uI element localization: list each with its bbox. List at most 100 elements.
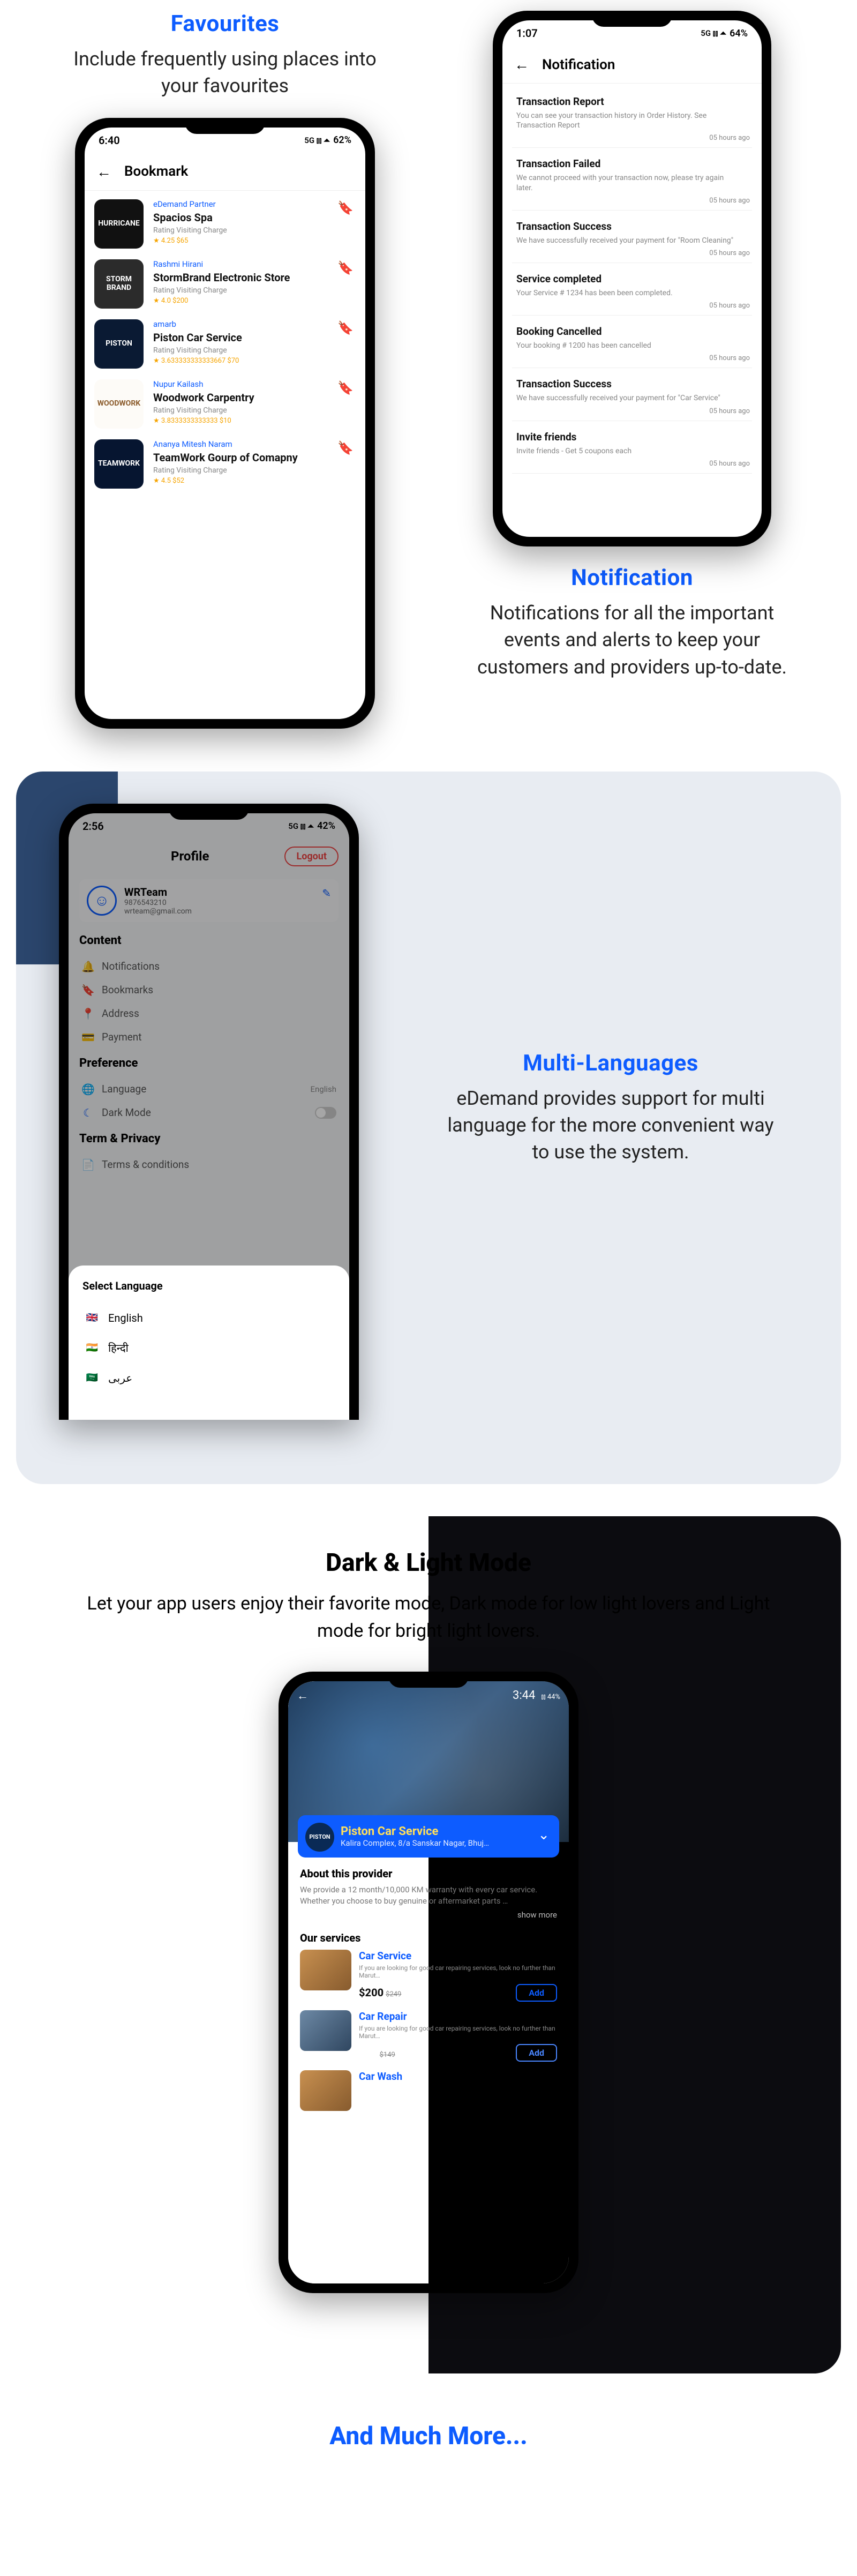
lang-label: English bbox=[108, 1312, 143, 1324]
notif-desc: Invite friends - Get 5 coupons each bbox=[516, 446, 741, 456]
bookmark-icon[interactable]: 🔖 bbox=[337, 320, 354, 335]
darklight-title: Dark & Light Mode bbox=[326, 1548, 531, 1577]
notif-title: Invite friends bbox=[516, 431, 748, 443]
provider-sub: Rating Visiting Charge bbox=[153, 406, 254, 415]
notif-time: 05 hours ago bbox=[709, 302, 750, 310]
provider-logo: TEAMWORK bbox=[94, 439, 144, 489]
provider-card[interactable]: PISTON Piston Car Service Kalira Complex… bbox=[298, 1815, 559, 1858]
add-button[interactable]: Add bbox=[516, 1984, 557, 2002]
provider-name: TeamWork Gourp of Comapny bbox=[153, 451, 298, 464]
provider-sub: Rating Visiting Charge bbox=[153, 346, 242, 355]
multilang-desc: eDemand provides support for multi langu… bbox=[439, 1085, 782, 1166]
about-text: We provide a 12 month/10,000 KM warranty… bbox=[300, 1884, 557, 1907]
provider-avatar: PISTON bbox=[305, 1823, 334, 1852]
notification-title: Notification bbox=[571, 565, 693, 591]
notif-time: 05 hours ago bbox=[709, 354, 750, 362]
bookmark-icon[interactable]: 🔖 bbox=[337, 260, 354, 275]
dark-light-section: Dark & Light Mode Let your app users enj… bbox=[16, 1516, 841, 2373]
bookmark-item[interactable]: PISTON amarb Piston Car Service Rating V… bbox=[94, 319, 356, 369]
bookmark-item[interactable]: HURRICANE eDemand Partner Spacios Spa Ra… bbox=[94, 199, 356, 249]
partner-label: Nupur Kailash bbox=[153, 379, 254, 389]
flag-icon: 🇬🇧 bbox=[85, 1311, 100, 1326]
service-image bbox=[300, 1950, 351, 1990]
status-batt: 64% bbox=[730, 28, 748, 39]
back-icon[interactable]: ← bbox=[297, 1689, 309, 1703]
bookmark-icon[interactable]: 🔖 bbox=[337, 200, 354, 215]
bookmark-item[interactable]: WOODWORK Nupur Kailash Woodwork Carpentr… bbox=[94, 379, 356, 429]
service-image bbox=[300, 2070, 351, 2111]
rating-charge: ★ 4.5 $52 bbox=[153, 477, 298, 485]
notif-desc: We have successfully received your payme… bbox=[516, 393, 741, 403]
service-name: Car Service bbox=[359, 1950, 557, 1962]
bookmark-icon[interactable]: 🔖 bbox=[337, 440, 354, 455]
phone-bookmark: 6:40 5G ⫾⫾ ⏶ 62% ← Bookmark HURRICANE eD… bbox=[75, 118, 375, 729]
notif-title: Transaction Success bbox=[516, 378, 748, 390]
notif-desc: We have successfully received your payme… bbox=[516, 236, 741, 245]
service-item[interactable]: Car Wash bbox=[300, 2070, 557, 2111]
darklight-desc: Let your app users enjoy their favorite … bbox=[80, 1590, 777, 1645]
language-option[interactable]: 🇮🇳 हिन्दी bbox=[82, 1333, 335, 1363]
flag-icon: 🇸🇦 bbox=[85, 1371, 100, 1386]
provider-name: Piston Car Service bbox=[153, 331, 242, 344]
provider-logo: PISTON bbox=[94, 319, 144, 369]
status-time: 6:40 bbox=[99, 134, 120, 147]
multilang-title: Multi-Languages bbox=[523, 1050, 698, 1076]
notif-desc: You can see your transaction history in … bbox=[516, 111, 741, 130]
notification-item[interactable]: Transaction Report You can see your tran… bbox=[512, 86, 752, 148]
notification-item[interactable]: Booking Cancelled Your booking # 1200 ha… bbox=[512, 316, 752, 368]
partner-label: amarb bbox=[153, 319, 242, 329]
notification-item[interactable]: Transaction Failed We cannot proceed wit… bbox=[512, 148, 752, 210]
notification-item[interactable]: Invite friends Invite friends - Get 5 co… bbox=[512, 421, 752, 474]
favourites-desc: Include frequently using places into you… bbox=[54, 46, 396, 100]
partner-label: Ananya Mitesh Naram bbox=[153, 439, 298, 449]
lang-label: हिन्दी bbox=[108, 1341, 129, 1355]
rating-charge: ★ 3.633333333333667 $70 bbox=[153, 357, 242, 365]
status-time: 1:07 bbox=[516, 27, 538, 40]
notif-title: Service completed bbox=[516, 273, 748, 285]
language-option[interactable]: 🇸🇦عربى bbox=[82, 1363, 335, 1393]
provider-sub: Rating Visiting Charge bbox=[153, 226, 227, 235]
notif-time: 05 hours ago bbox=[709, 249, 750, 257]
service-name: Car Repair bbox=[359, 2010, 557, 2023]
provider-address: Kalira Complex, 8/a Sanskar Nagar, Bhuj… bbox=[341, 1838, 550, 1848]
language-option[interactable]: 🇬🇧 English bbox=[82, 1303, 335, 1333]
service-item[interactable]: Car Service If you are looking for good … bbox=[300, 1950, 557, 2002]
bookmark-icon[interactable]: 🔖 bbox=[337, 380, 354, 395]
notification-item[interactable]: Transaction Success We have successfully… bbox=[512, 211, 752, 263]
back-icon[interactable]: ← bbox=[96, 163, 111, 181]
flag-icon: 🇮🇳 bbox=[85, 1341, 100, 1356]
bookmark-item[interactable]: STORM BRAND Rashmi Hirani StormBrand Ele… bbox=[94, 259, 356, 309]
add-button[interactable]: Add bbox=[516, 2044, 557, 2062]
language-sheet: Select Language 🇬🇧English🇮🇳हिन्दी🇸🇦عربى bbox=[69, 1265, 349, 1420]
provider-logo: WOODWORK bbox=[94, 379, 144, 429]
provider-name: StormBrand Electronic Store bbox=[153, 271, 290, 284]
provider-name: Piston Car Service bbox=[341, 1825, 550, 1838]
provider-logo: STORM BRAND bbox=[94, 259, 144, 309]
show-more-button[interactable]: show more bbox=[300, 1910, 557, 1920]
phone-notifications: 1:07 5G ⫾⫾ ⏶ 64% ← Notification Transact… bbox=[493, 11, 771, 546]
back-icon[interactable]: ← bbox=[514, 56, 529, 73]
notification-item[interactable]: Transaction Success We have successfully… bbox=[512, 368, 752, 421]
notif-time: 05 hours ago bbox=[709, 460, 750, 468]
notif-title: Booking Cancelled bbox=[516, 325, 748, 338]
service-name: Car Wash bbox=[359, 2070, 557, 2083]
service-price: $200$249 bbox=[359, 1986, 401, 1999]
notif-title: Transaction Report bbox=[516, 95, 748, 108]
provider-name: Spacios Spa bbox=[153, 211, 227, 224]
about-heading: About this provider bbox=[300, 1867, 557, 1880]
provider-name: Woodwork Carpentry bbox=[153, 391, 254, 404]
notification-item[interactable]: Service completed Your Service # 1234 ha… bbox=[512, 263, 752, 316]
notif-time: 05 hours ago bbox=[709, 134, 750, 142]
multi-language-section: 2:56 5G ⫾⫾ ⏶ 42% Profile Logout ☺ WRTeam… bbox=[16, 772, 841, 1484]
rating-charge: ★ 4.25 $65 bbox=[153, 237, 227, 245]
notif-title: Transaction Failed bbox=[516, 158, 748, 170]
provider-logo: HURRICANE bbox=[94, 199, 144, 249]
service-item[interactable]: Car Repair If you are looking for good c… bbox=[300, 2010, 557, 2062]
bookmark-item[interactable]: TEAMWORK Ananya Mitesh Naram TeamWork Go… bbox=[94, 439, 356, 489]
page-title: Bookmark bbox=[124, 163, 188, 179]
phone-darklight: ← 3:44 ⫾⫾ 44% PISTON Piston Car Service … bbox=[279, 1672, 578, 2293]
status-batt: 62% bbox=[333, 134, 351, 146]
chevron-down-icon[interactable]: ⌄ bbox=[538, 1827, 550, 1843]
notif-time: 05 hours ago bbox=[709, 407, 750, 415]
service-desc: If you are looking for good car repairin… bbox=[359, 2025, 557, 2040]
